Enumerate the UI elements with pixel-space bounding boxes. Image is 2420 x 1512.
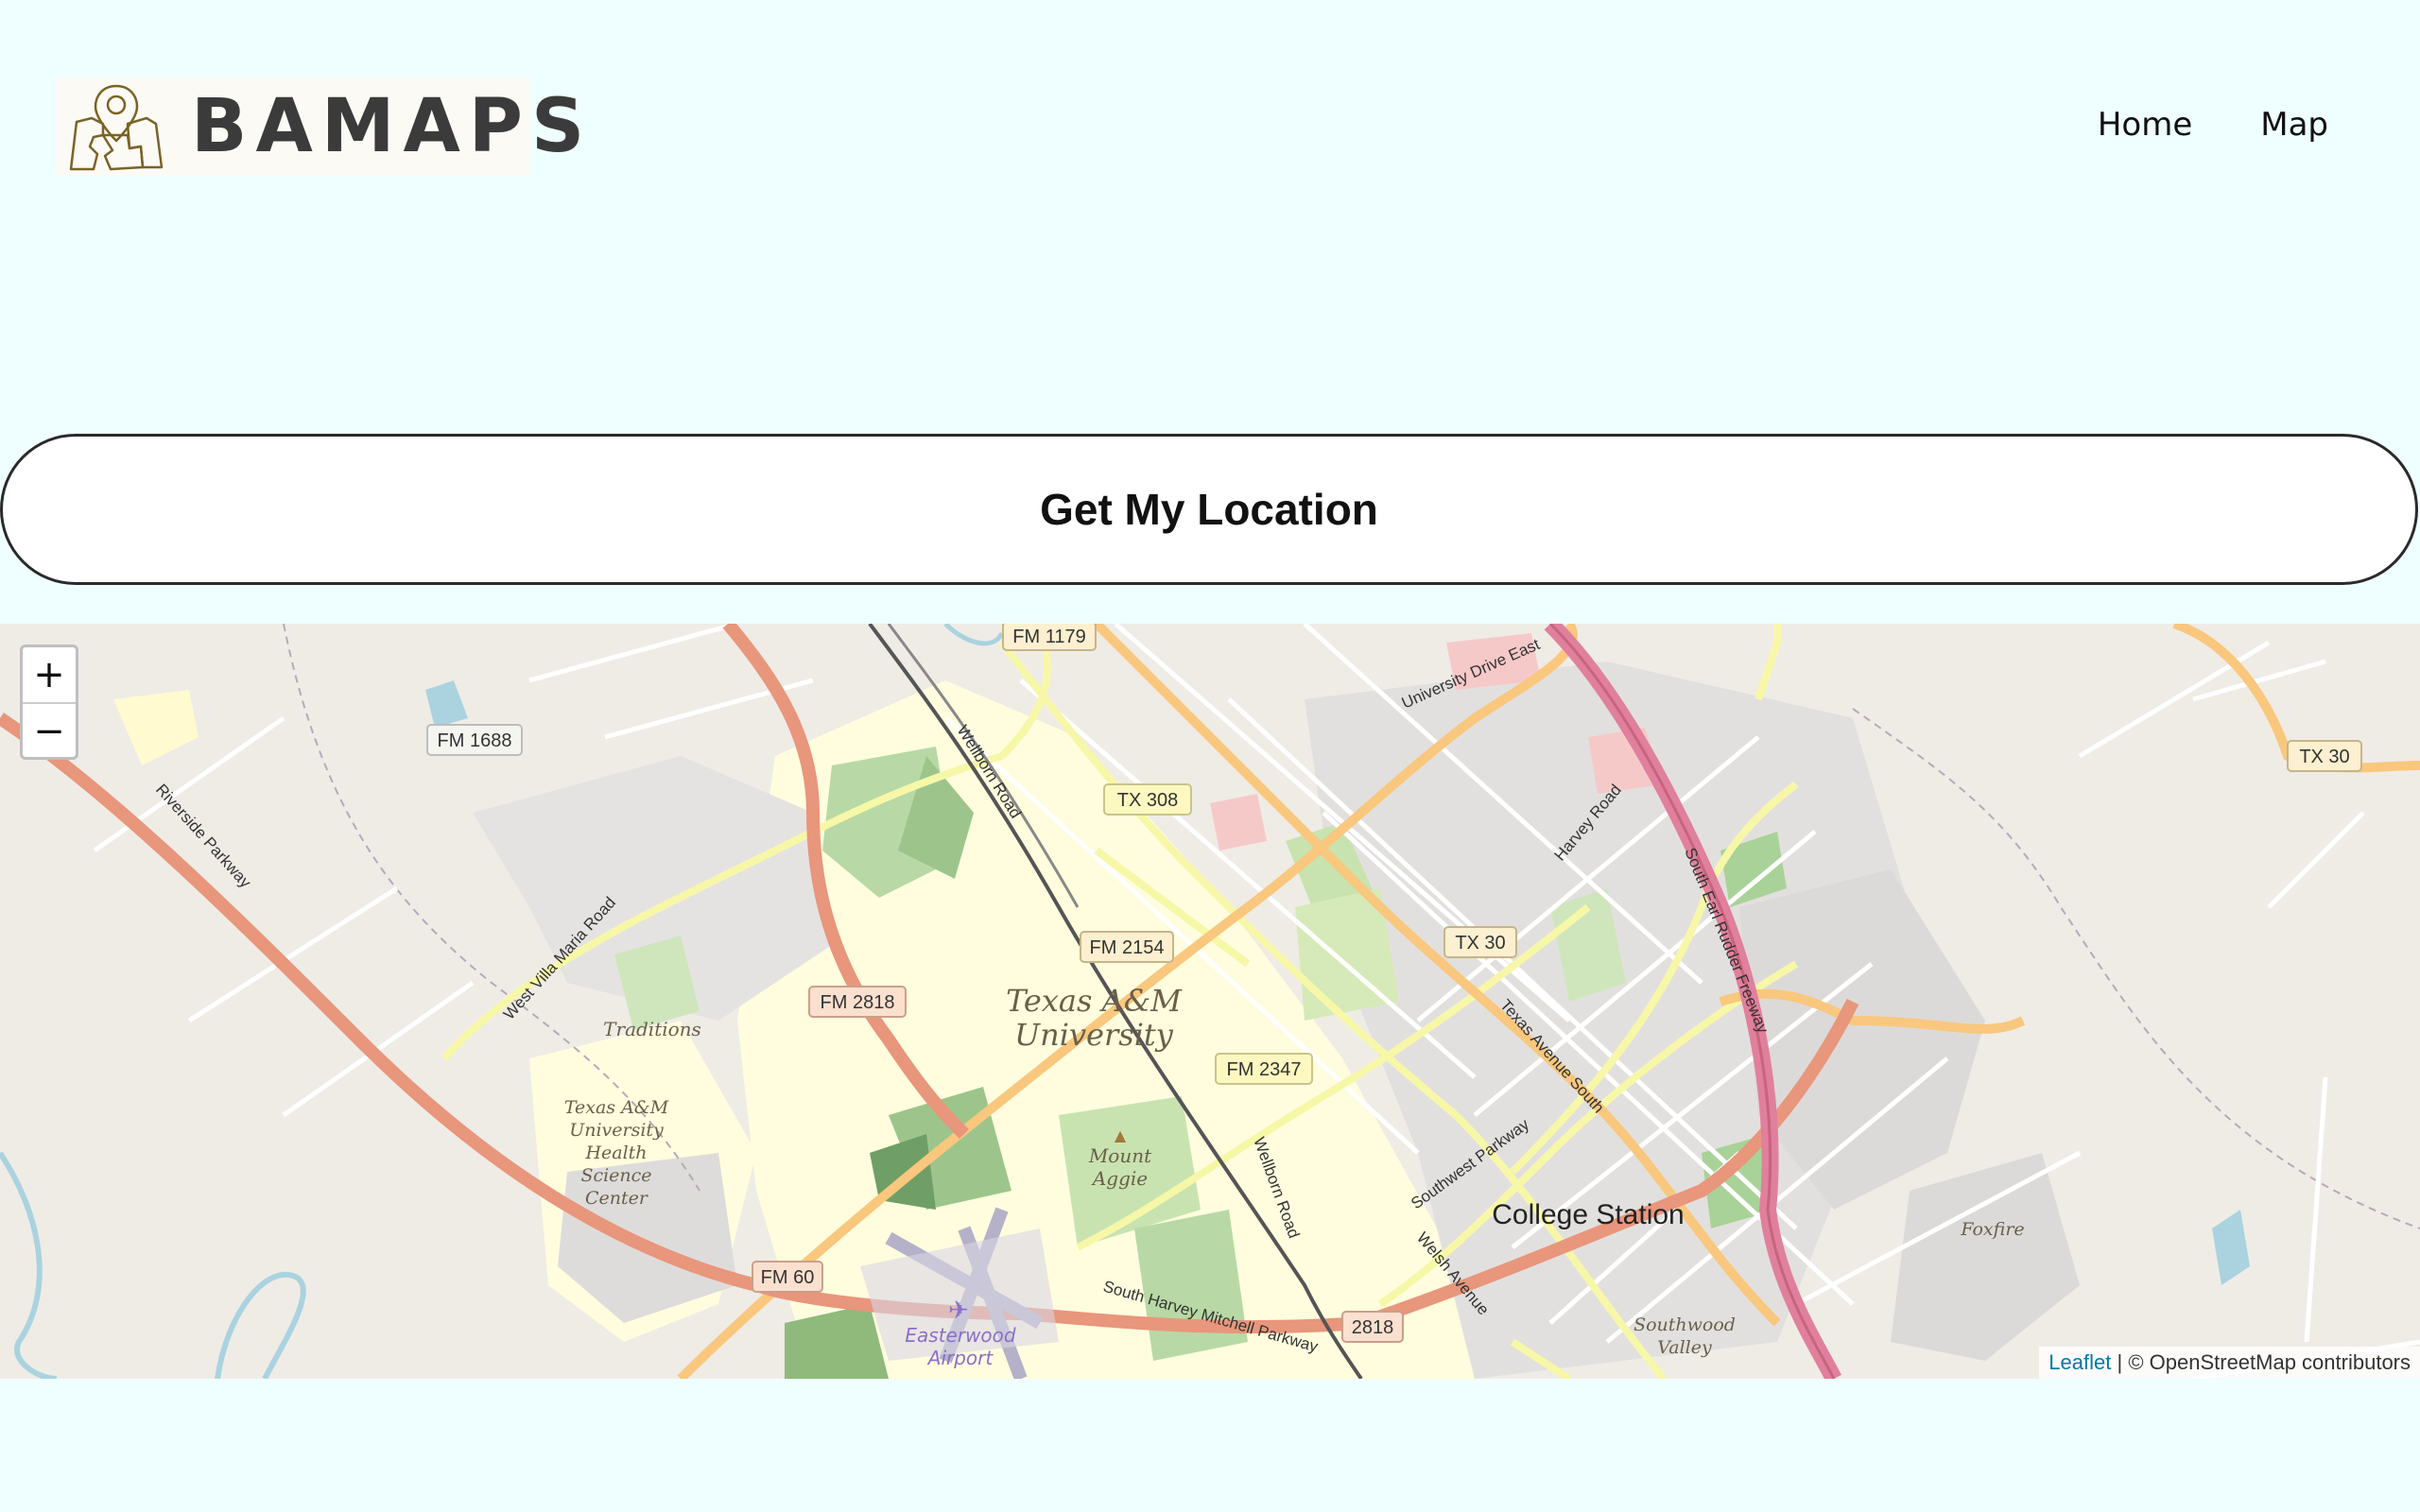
- label-texas-am: Texas A&M: [1006, 983, 1183, 1019]
- nav-map-link[interactable]: Map: [2260, 106, 2328, 144]
- svg-text:Science: Science: [580, 1165, 651, 1186]
- svg-text:2818: 2818: [1352, 1317, 1394, 1338]
- shield-fm2154: FM 2154: [1080, 931, 1174, 963]
- svg-text:Valley: Valley: [1657, 1337, 1712, 1358]
- shield-tx30: TX 30: [1443, 926, 1517, 958]
- svg-text:Aggie: Aggie: [1091, 1167, 1148, 1190]
- label-college-station: College Station: [1492, 1199, 1684, 1230]
- svg-text:Mount: Mount: [1088, 1144, 1152, 1167]
- label-traditions: Traditions: [603, 1018, 701, 1040]
- svg-text:FM 2818: FM 2818: [821, 992, 895, 1013]
- map-pin-icon: [69, 84, 164, 171]
- svg-text:Airport: Airport: [926, 1347, 994, 1369]
- leaflet-link[interactable]: Leaflet: [2048, 1350, 2111, 1374]
- zoom-in-button[interactable]: +: [23, 647, 76, 702]
- shield-tx30-east: TX 30: [2287, 740, 2362, 772]
- label-foxfire: Foxfire: [1960, 1219, 2024, 1240]
- svg-text:University: University: [569, 1120, 664, 1141]
- svg-text:Health: Health: [584, 1143, 647, 1163]
- svg-text:✈: ✈: [948, 1297, 969, 1325]
- shield-2818-south: 2818: [1341, 1311, 1404, 1343]
- osm-attribution: © OpenStreetMap contributors: [2128, 1350, 2411, 1374]
- svg-text:FM 1688: FM 1688: [438, 730, 512, 751]
- svg-text:FM 1179: FM 1179: [1012, 627, 1085, 647]
- shield-fm2347: FM 2347: [1215, 1053, 1313, 1085]
- svg-text:TX 30: TX 30: [1455, 933, 1505, 954]
- map-tiles[interactable]: ✈ FM 1179 FM 1688 TX 308 TX 30 FM 2154 T…: [0, 624, 2420, 1379]
- map-container[interactable]: ✈ FM 1179 FM 1688 TX 308 TX 30 FM 2154 T…: [0, 624, 2420, 1379]
- svg-text:TX 30: TX 30: [2299, 747, 2349, 767]
- svg-text:▲: ▲: [1115, 1126, 1127, 1144]
- shield-fm1179: FM 1179: [1002, 624, 1097, 651]
- svg-text:FM 2154: FM 2154: [1090, 937, 1165, 958]
- shield-tx308: TX 308: [1103, 783, 1192, 816]
- svg-text:FM 60: FM 60: [761, 1267, 815, 1288]
- zoom-control: + −: [20, 644, 78, 760]
- svg-text:FM 2347: FM 2347: [1227, 1059, 1302, 1080]
- svg-text:Texas A&M: Texas A&M: [564, 1097, 669, 1118]
- shield-fm1688: FM 1688: [426, 724, 523, 756]
- attribution-separator: |: [2111, 1350, 2129, 1374]
- site-header: BAMAPS Home Map: [0, 0, 2420, 255]
- main-nav: Home Map: [2098, 106, 2328, 144]
- logo-wordmark: BAMAPS: [191, 84, 594, 169]
- nav-home-link[interactable]: Home: [2098, 106, 2192, 144]
- label-university: University: [1014, 1017, 1174, 1053]
- site-logo[interactable]: BAMAPS: [56, 77, 584, 176]
- zoom-out-button[interactable]: −: [23, 702, 76, 757]
- svg-text:Center: Center: [585, 1188, 649, 1209]
- shield-fm60: FM 60: [752, 1261, 823, 1293]
- svg-text:Easterwood: Easterwood: [905, 1324, 1016, 1347]
- svg-text:Southwood: Southwood: [1634, 1314, 1736, 1335]
- map-attribution: Leaflet | © OpenStreetMap contributors: [2039, 1347, 2420, 1379]
- shield-fm2818: FM 2818: [808, 986, 907, 1018]
- get-location-button[interactable]: Get My Location: [0, 434, 2418, 585]
- svg-text:TX 308: TX 308: [1117, 790, 1178, 811]
